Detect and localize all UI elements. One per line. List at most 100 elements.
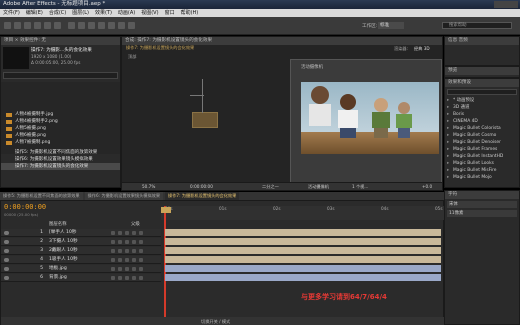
project-item[interactable]: 人物4被摄制手2.png <box>1 118 120 125</box>
menu-item[interactable]: 文件(F) <box>3 9 20 17</box>
project-tab[interactable]: 项目 × 效果控件: 无 <box>1 37 120 45</box>
effect-category[interactable]: 3D 通道 <box>445 104 519 111</box>
effect-category[interactable]: Magic Bullet Frames <box>445 146 519 153</box>
layer-switches[interactable] <box>111 276 157 280</box>
layer-row[interactable]: 2 3下摄人 10秒 <box>1 238 161 246</box>
menu-item[interactable]: 编辑(E) <box>26 9 43 17</box>
menu-item[interactable]: 窗口 <box>165 9 175 17</box>
layer-duration-bar[interactable] <box>165 247 441 254</box>
zoom-level[interactable]: 50.7% <box>142 184 155 189</box>
effect-category[interactable]: Magic Bullet Looks <box>445 160 519 167</box>
window-controls[interactable] <box>494 1 518 8</box>
brush-tool-icon[interactable] <box>98 22 105 29</box>
menu-item[interactable]: 视图(V) <box>141 9 158 17</box>
layer-row[interactable]: 3 2戴眼人 10秒 <box>1 247 161 255</box>
person-layer-4[interactable] <box>395 102 413 140</box>
clone-tool-icon[interactable] <box>108 22 115 29</box>
effect-category[interactable]: Magic Bullet MisFire <box>445 167 519 174</box>
effect-category[interactable]: CINEMA 4D <box>445 118 519 125</box>
active-camera-view[interactable]: 活动摄像机 <box>290 59 442 189</box>
comp-breadcrumb[interactable]: 操作7: 为摄影机设置镜头的会化效果 <box>126 45 194 51</box>
views-layout-select[interactable]: 1 个视... <box>352 184 368 190</box>
layer-row[interactable]: 6 背景.jpg <box>1 274 161 282</box>
mask-tool-icon[interactable] <box>68 22 75 29</box>
time-ruler[interactable]: 00s01s02s03s04s05s <box>161 206 445 220</box>
layer-name-column-header[interactable]: 图层名称 <box>49 221 67 227</box>
project-item[interactable]: 人物5被摄.png <box>1 125 120 132</box>
menu-item[interactable]: 合成(C) <box>49 9 66 17</box>
project-item[interactable]: 人物4被摄制手.jpg <box>1 111 120 118</box>
help-search-input[interactable]: 搜索帮助 <box>442 22 512 29</box>
resolution-select[interactable]: 二分之一 <box>262 184 279 190</box>
info-tab[interactable]: 信息 音频 <box>445 37 519 45</box>
camera-schematic-box[interactable] <box>192 112 218 128</box>
timeline-tab[interactable]: 操作5: 为摄影机设置不同焦面的放第效果 <box>0 192 83 200</box>
project-item[interactable]: 人物6被摄.png <box>1 132 120 139</box>
viewer-timecode[interactable]: 0:00:00:00 <box>190 184 213 189</box>
visibility-eye-icon[interactable] <box>4 231 9 235</box>
effect-category[interactable]: Magic Bullet Denoiser <box>445 139 519 146</box>
visibility-eye-icon[interactable] <box>4 267 9 271</box>
puppet-tool-icon[interactable] <box>128 22 135 29</box>
layer-duration-bar[interactable] <box>165 238 441 245</box>
layer-switches[interactable] <box>111 258 157 262</box>
font-size-field[interactable]: 11像素 <box>447 210 517 217</box>
menu-item[interactable]: 效果(T) <box>95 9 112 17</box>
effect-category[interactable]: Magic Bullet Colorista <box>445 125 519 132</box>
timeline-tab[interactable]: 操作6: 为摄影机设置效果镜头模拟效果 <box>84 192 164 200</box>
layer-row[interactable]: 1 [举手人 10秒 <box>1 229 161 237</box>
eraser-tool-icon[interactable] <box>118 22 125 29</box>
layer-name[interactable]: 背景.jpg <box>49 274 109 282</box>
font-select[interactable]: 宋体 <box>447 201 517 208</box>
layer-name[interactable]: 1吸手人 10秒 <box>49 256 109 264</box>
text-tool-icon[interactable] <box>88 22 95 29</box>
layer-row[interactable]: 4 1吸手人 10秒 <box>1 256 161 264</box>
effect-category[interactable]: Magic Bullet Mojo <box>445 174 519 181</box>
selection-tool-icon[interactable] <box>4 22 11 29</box>
person-layer-1[interactable] <box>307 86 333 134</box>
visibility-eye-icon[interactable] <box>4 249 9 253</box>
camera-tool-icon[interactable] <box>44 22 51 29</box>
layer-duration-bar[interactable] <box>165 256 441 263</box>
menu-item[interactable]: 图层(L) <box>72 9 89 17</box>
character-tab[interactable]: 字符 <box>445 191 519 199</box>
layer-switches[interactable] <box>111 231 157 235</box>
person-layer-2[interactable] <box>337 94 359 140</box>
menu-item[interactable]: 帮助(H) <box>181 9 199 17</box>
project-comp-item[interactable]: 操作7: 为摄影机设置镜头的会化效果 <box>1 163 120 170</box>
project-comp-item[interactable]: 操作6: 为摄影机设置效果镜头模拟效果 <box>1 156 120 163</box>
toggle-switches-modes[interactable]: 切换开关 / 模式 <box>201 319 230 325</box>
workspace-select[interactable]: 标准 <box>378 22 404 29</box>
parent-column-header[interactable]: 父级 <box>131 221 140 227</box>
rotate-tool-icon[interactable] <box>34 22 41 29</box>
project-search-input[interactable] <box>3 72 118 79</box>
visibility-eye-icon[interactable] <box>4 240 9 244</box>
timeline-timecode[interactable]: 0:00:00:00 <box>4 203 46 211</box>
layer-switches[interactable] <box>111 267 157 271</box>
effect-category[interactable]: Boris <box>445 111 519 118</box>
project-comp-item[interactable]: 操作5: 为摄影机设置不同焦面的放第效果 <box>1 149 120 156</box>
zoom-tool-icon[interactable] <box>24 22 31 29</box>
pan-behind-tool-icon[interactable] <box>54 22 61 29</box>
effect-category[interactable]: Magic Bullet InstantHD <box>445 153 519 160</box>
effects-search-input[interactable] <box>447 89 517 95</box>
effect-category[interactable]: Magic Bullet Cosmo <box>445 132 519 139</box>
layer-name[interactable]: 地板.jpg <box>49 265 109 273</box>
layer-duration-bar[interactable] <box>165 274 441 281</box>
visibility-eye-icon[interactable] <box>4 258 9 262</box>
person-layer-3[interactable] <box>371 98 391 140</box>
layer-duration-bar[interactable] <box>165 265 441 272</box>
visibility-eye-icon[interactable] <box>4 276 9 280</box>
composition-tab[interactable]: 合成: 操作7: 为摄影机设置镜头的会化效果 <box>122 37 442 45</box>
exposure-value[interactable]: +0.0 <box>422 184 432 189</box>
layer-row[interactable]: 5 地板.jpg <box>1 265 161 273</box>
pen-tool-icon[interactable] <box>78 22 85 29</box>
layer-switches[interactable] <box>111 240 157 244</box>
layer-switches[interactable] <box>111 249 157 253</box>
view-select[interactable]: 活动摄像机 <box>308 184 329 190</box>
playhead-handle[interactable] <box>161 207 171 213</box>
layer-name[interactable]: 3下摄人 10秒 <box>49 238 109 246</box>
timeline-tab[interactable]: 操作7: 为摄影机设置镜头的会化效果 <box>165 192 240 200</box>
preview-tab[interactable]: 预览 <box>445 67 519 75</box>
effect-category[interactable]: * 动画预设 <box>445 97 519 104</box>
